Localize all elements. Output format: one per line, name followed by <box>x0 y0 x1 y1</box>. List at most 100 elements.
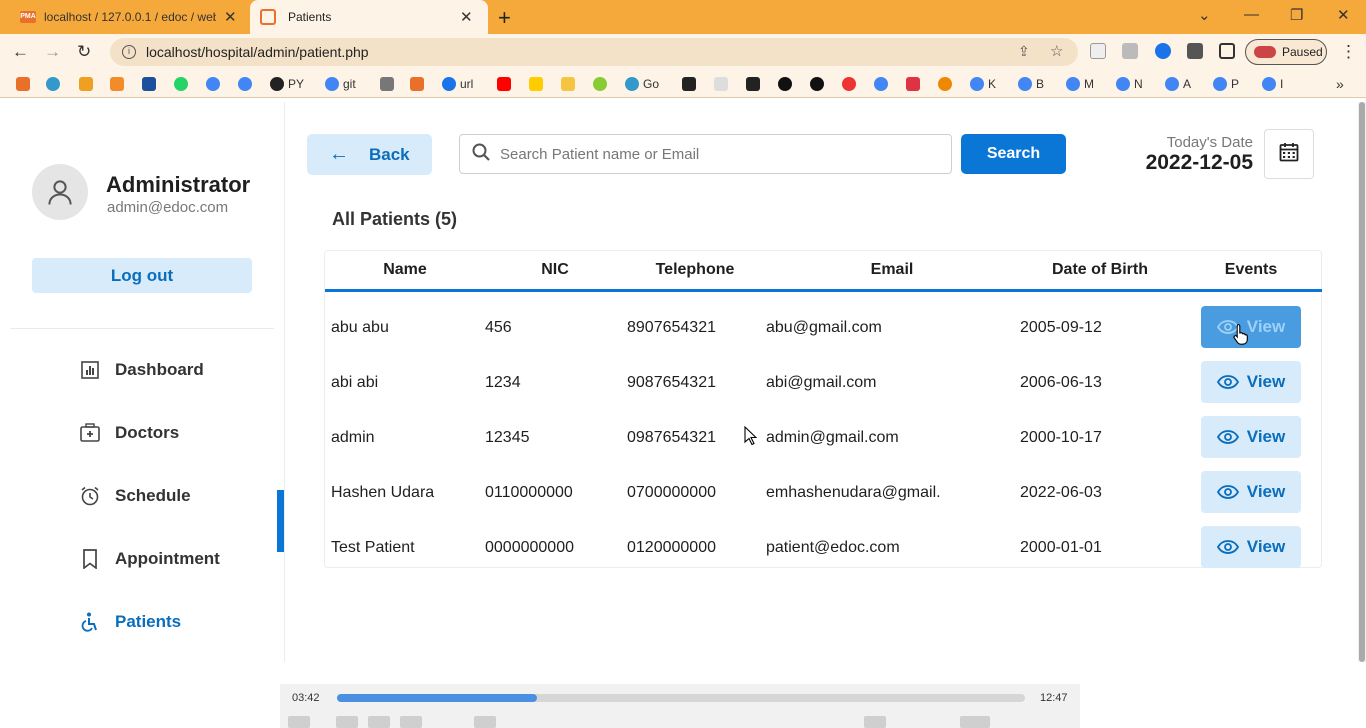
tab-title: localhost / 127.0.0.1 / edoc / web <box>44 10 216 24</box>
bookmark-icon[interactable] <box>410 77 424 91</box>
patients-icon <box>80 612 100 632</box>
bookmark-icon[interactable] <box>938 77 952 91</box>
skip-forward-icon[interactable] <box>400 716 422 728</box>
folder-icon[interactable] <box>561 77 575 91</box>
info-icon[interactable]: i <box>122 45 136 59</box>
bookmark-git[interactable]: git <box>325 76 356 92</box>
site-favicon-icon <box>260 9 276 25</box>
chevron-right-icon[interactable]: » <box>1336 76 1344 92</box>
restore-icon[interactable]: ❐ <box>1290 6 1303 24</box>
bookmark-icon[interactable] <box>380 77 394 91</box>
close-icon[interactable]: ✕ <box>224 8 237 26</box>
cell-telephone: 9087654321 <box>627 374 716 391</box>
table-row: Test Patient 0000000000 0120000000 patie… <box>325 524 1322 579</box>
bookmark-n[interactable]: N <box>1116 76 1143 92</box>
profile-button[interactable]: Paused <box>1245 39 1327 65</box>
bookmark-py[interactable]: PY <box>270 76 304 92</box>
bookmark-icon[interactable] <box>778 77 792 91</box>
scrollbar-thumb[interactable] <box>1359 102 1365 662</box>
bookmark-url[interactable]: url <box>442 76 473 92</box>
new-tab-icon[interactable]: + <box>498 5 511 31</box>
bookmark-icon[interactable] <box>174 77 188 91</box>
bookmark-icon[interactable] <box>593 77 607 91</box>
volume-slider[interactable] <box>960 716 990 728</box>
bookmark-icon[interactable] <box>110 77 124 91</box>
calendar-button[interactable] <box>1264 129 1314 179</box>
bookmark-i[interactable]: I <box>1262 76 1283 92</box>
bookmark-icon[interactable] <box>906 77 920 91</box>
cell-telephone: 8907654321 <box>627 319 716 336</box>
forward-arrow-icon[interactable]: → <box>44 42 61 62</box>
bookmark-p[interactable]: P <box>1213 76 1239 92</box>
progress-slider[interactable] <box>337 694 1025 702</box>
star-icon[interactable]: ☆ <box>1050 42 1063 60</box>
sidebar-item-dashboard[interactable]: Dashboard <box>80 355 204 385</box>
view-button[interactable]: View <box>1201 416 1301 458</box>
youtube-icon[interactable] <box>497 77 511 91</box>
share-icon[interactable]: ⇪ <box>1018 43 1030 60</box>
google-icon <box>1116 77 1130 91</box>
bookmark-a[interactable]: A <box>1165 76 1191 92</box>
bookmark-b[interactable]: B <box>1018 76 1044 92</box>
back-arrow-icon[interactable]: ← <box>12 42 29 62</box>
menu-dots-icon[interactable]: ⋮ <box>1340 42 1357 62</box>
schedule-icon <box>80 486 100 506</box>
view-button[interactable]: View <box>1201 526 1301 568</box>
extension-icon[interactable] <box>1122 43 1138 59</box>
sidebar-item-doctors[interactable]: Doctors <box>80 418 179 448</box>
bookmark-icon[interactable] <box>206 77 220 91</box>
sidebar-item-appointment[interactable]: Appointment <box>80 544 220 574</box>
view-button[interactable]: View <box>1201 306 1301 348</box>
google-icon[interactable] <box>874 77 888 91</box>
bookmark-go[interactable]: Go <box>625 76 659 92</box>
playlist-icon[interactable] <box>864 716 886 728</box>
search-input[interactable] <box>500 145 920 163</box>
sidebar-item-label: Doctors <box>115 423 180 442</box>
scrollbar[interactable] <box>1358 102 1366 662</box>
bookmark-icon[interactable] <box>142 77 156 91</box>
bookmark-icon[interactable] <box>16 77 30 91</box>
bookmark-icon[interactable] <box>746 77 760 91</box>
cell-nic: 0110000000 <box>485 484 573 501</box>
sidebar-item-schedule[interactable]: Schedule <box>80 481 191 511</box>
sidebar-item-patients[interactable]: Patients <box>80 607 181 637</box>
bookmark-icon[interactable] <box>842 77 856 91</box>
back-button[interactable]: ← Back <box>307 134 432 175</box>
table-row: abu abu 456 8907654321 abu@gmail.com 200… <box>325 304 1322 359</box>
extension-icon[interactable] <box>1155 43 1171 59</box>
puzzle-icon[interactable] <box>1187 43 1203 59</box>
back-label: Back <box>369 144 410 164</box>
minimize-icon[interactable]: — <box>1244 6 1259 23</box>
sidepanel-icon[interactable] <box>1219 43 1235 59</box>
reload-icon[interactable]: ↻ <box>77 42 91 62</box>
close-icon[interactable]: ✕ <box>460 8 473 26</box>
pause-icon[interactable] <box>288 716 310 728</box>
search-button[interactable]: Search <box>961 134 1066 174</box>
close-window-icon[interactable]: ✕ <box>1337 6 1350 24</box>
browser-tab-phpmyadmin[interactable]: PMA localhost / 127.0.0.1 / edoc / web ✕ <box>0 0 248 34</box>
view-button[interactable]: View <box>1201 361 1301 403</box>
panda-extension-icon[interactable] <box>1090 43 1106 59</box>
logout-button[interactable]: Log out <box>32 258 252 293</box>
bookmark-icon[interactable] <box>714 77 728 91</box>
bookmark-icon[interactable] <box>529 77 543 91</box>
view-label: View <box>1246 482 1286 501</box>
stop-icon[interactable] <box>368 716 390 728</box>
url-input[interactable]: i localhost/hospital/admin/patient.php ⇪… <box>110 38 1078 66</box>
skip-back-icon[interactable] <box>336 716 358 728</box>
view-button[interactable]: View <box>1201 471 1301 513</box>
bookmark-icon[interactable] <box>810 77 824 91</box>
bookmark-icon[interactable] <box>682 77 696 91</box>
bookmark-icon[interactable] <box>79 77 93 91</box>
chevron-down-icon[interactable]: ⌄ <box>1198 6 1211 24</box>
fullscreen-icon[interactable] <box>474 716 496 728</box>
arrow-left-icon: ← <box>329 143 349 165</box>
search-field[interactable] <box>459 134 952 174</box>
bookmark-icon[interactable] <box>46 77 60 91</box>
bookmark-m[interactable]: M <box>1066 76 1094 92</box>
bookmark-k[interactable]: K <box>970 76 996 92</box>
cell-email: abi@gmail.com <box>766 374 877 391</box>
browser-tab-patients[interactable]: Patients ✕ <box>250 0 488 34</box>
cell-name: admin <box>331 429 375 446</box>
bookmark-icon[interactable] <box>238 77 252 91</box>
